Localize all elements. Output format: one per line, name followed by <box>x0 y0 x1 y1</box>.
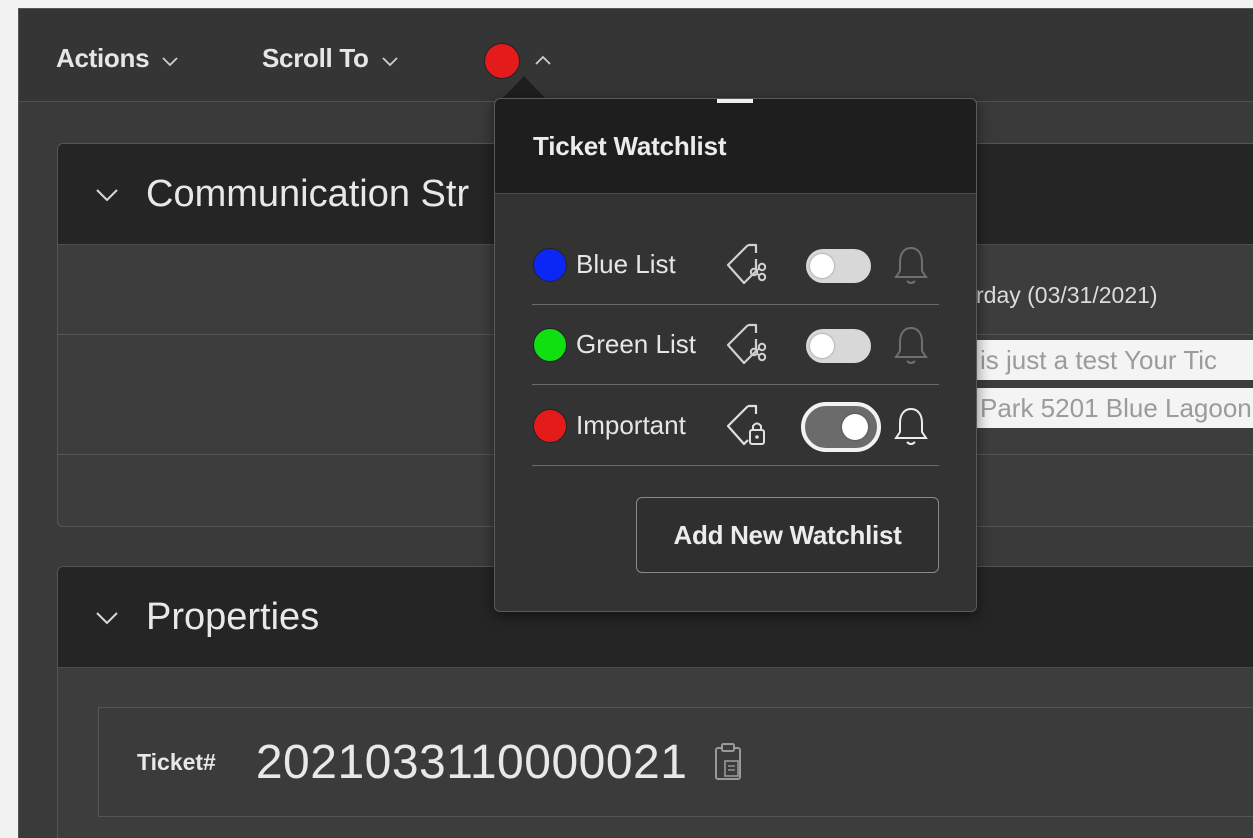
watchlist-toggle[interactable] <box>806 329 871 363</box>
add-new-watchlist-button[interactable]: Add New Watchlist <box>636 497 939 573</box>
popover-header: Ticket Watchlist <box>495 99 976 194</box>
chevron-down-icon <box>96 612 118 625</box>
watchlist-color-dot <box>533 327 567 362</box>
actions-menu[interactable]: Actions <box>56 43 181 74</box>
properties-widget-title: Properties <box>146 595 320 638</box>
chevron-down-icon <box>159 48 181 70</box>
chevron-down-icon <box>379 48 401 70</box>
communication-message-line[interactable]: is just a test Your Tic <box>976 340 1253 380</box>
tag-share-icon[interactable] <box>718 239 770 291</box>
communication-message-line[interactable]: Park 5201 Blue Lagoon <box>976 388 1253 428</box>
tag-lock-icon[interactable] <box>718 400 770 452</box>
ticket-number-value: 2021033110000021 <box>255 735 688 789</box>
popover-title: Ticket Watchlist <box>533 130 727 161</box>
watchlist-toggle[interactable] <box>806 249 871 283</box>
bell-icon[interactable] <box>888 323 934 369</box>
watchlist-name: Important <box>576 410 686 440</box>
communication-widget-title: Communication Str <box>146 172 470 215</box>
chevron-up-icon <box>532 50 554 72</box>
watchlist-color-dot <box>533 408 567 443</box>
actions-label: Actions <box>56 43 150 73</box>
ticket-watchlist-popover: Ticket Watchlist Blue List Green List Im… <box>494 98 977 612</box>
communication-date: rday (03/31/2021) <box>976 282 1158 308</box>
bell-icon[interactable] <box>888 404 934 450</box>
watchlist-color-dot <box>533 247 567 282</box>
watchlist-row: Important <box>532 386 939 466</box>
chevron-down-icon <box>96 189 118 202</box>
scroll-to-label: Scroll To <box>262 43 369 73</box>
ticket-number-field: Ticket# 2021033110000021 <box>98 707 1253 817</box>
clipboard-icon[interactable] <box>713 742 743 782</box>
bell-icon[interactable] <box>888 243 934 289</box>
watchlist-toggle[interactable] <box>801 402 881 452</box>
watchlist-name: Green List <box>576 329 696 359</box>
watchlist-row: Blue List <box>532 225 939 305</box>
toolbar: Actions Scroll To <box>19 9 1253 102</box>
drag-handle <box>717 99 753 103</box>
watchlist-name: Blue List <box>576 249 676 279</box>
popover-arrow <box>502 76 546 99</box>
watchlist-indicator-dot <box>484 43 520 79</box>
watchlist-toggle-button[interactable] <box>484 43 554 79</box>
tag-share-icon[interactable] <box>718 319 770 371</box>
ticket-number-label: Ticket# <box>137 748 216 775</box>
scroll-to-menu[interactable]: Scroll To <box>262 43 401 74</box>
watchlist-row: Green List <box>532 305 939 385</box>
